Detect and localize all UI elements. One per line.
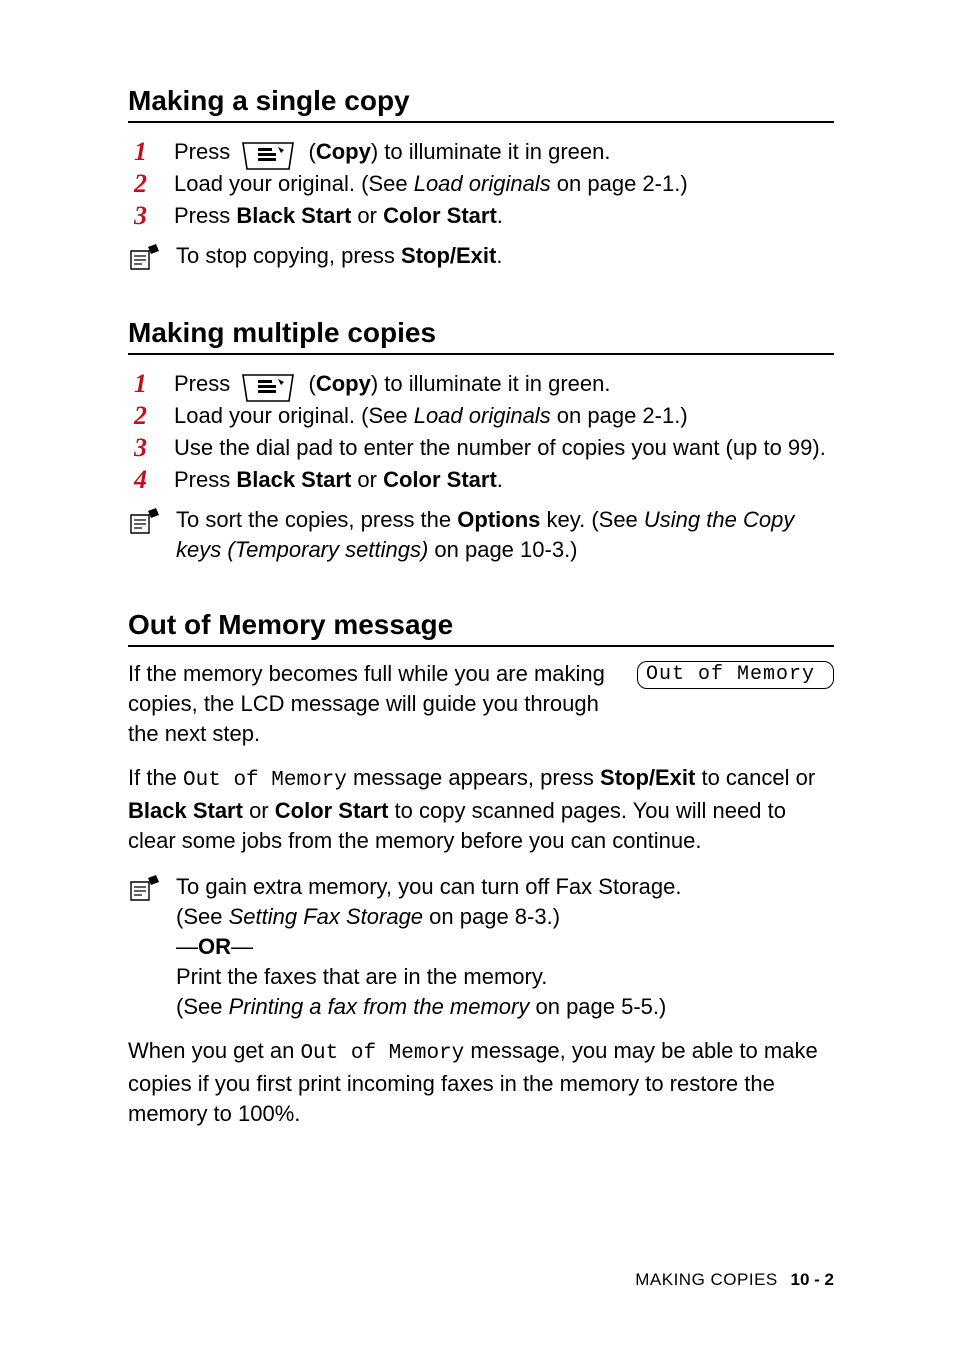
- section-multiple-copies: Making multiple copies 1 Press (Copy) to…: [128, 317, 834, 565]
- pencil-note-icon: [128, 874, 162, 904]
- step-number: 4: [128, 465, 174, 495]
- copy-key-icon: [238, 141, 298, 171]
- paragraph: If the Out of Memory message appears, pr…: [128, 763, 834, 856]
- section-out-of-memory: Out of Memory message Out of Memory If t…: [128, 609, 834, 1129]
- pencil-note-icon: [128, 507, 162, 537]
- footer-page: 10 - 2: [791, 1270, 834, 1289]
- note-icon: [128, 241, 176, 273]
- step-1: 1 Press (Copy) to illuminate it in green…: [128, 137, 834, 167]
- step-text: Press Black Start or Color Start.: [174, 201, 834, 231]
- note-icon: [128, 505, 176, 537]
- footer-chapter: MAKING COPIES: [635, 1270, 778, 1289]
- step-number: 2: [128, 401, 174, 431]
- heading-single-copy: Making a single copy: [128, 85, 834, 123]
- step-number: 1: [128, 137, 174, 167]
- step-3: 3 Press Black Start or Color Start.: [128, 201, 834, 231]
- heading-multiple-copies: Making multiple copies: [128, 317, 834, 355]
- step-2: 2 Load your original. (See Load original…: [128, 401, 834, 431]
- heading-out-of-memory: Out of Memory message: [128, 609, 834, 647]
- step-text: Press Black Start or Color Start.: [174, 465, 834, 495]
- note-icon: [128, 872, 176, 904]
- page-footer: MAKING COPIES 10 - 2: [635, 1270, 834, 1290]
- step-number: 1: [128, 369, 174, 399]
- step-3: 3 Use the dial pad to enter the number o…: [128, 433, 834, 463]
- step-text: Press (Copy) to illuminate it in green.: [174, 137, 834, 167]
- note-memory: To gain extra memory, you can turn off F…: [128, 872, 834, 1022]
- step-text: Load your original. (See Load originals …: [174, 169, 834, 199]
- step-text: Press (Copy) to illuminate it in green.: [174, 369, 834, 399]
- copy-key-icon: [238, 373, 298, 403]
- note-options: To sort the copies, press the Options ke…: [128, 505, 834, 565]
- step-2: 2 Load your original. (See Load original…: [128, 169, 834, 199]
- step-number: 3: [128, 433, 174, 463]
- step-text: Use the dial pad to enter the number of …: [174, 433, 834, 463]
- paragraph: When you get an Out of Memory message, y…: [128, 1036, 834, 1129]
- pencil-note-icon: [128, 243, 162, 273]
- step-text: Load your original. (See Load originals …: [174, 401, 834, 431]
- step-1: 1 Press (Copy) to illuminate it in green…: [128, 369, 834, 399]
- step-number: 3: [128, 201, 174, 231]
- section-single-copy: Making a single copy 1 Press (Copy) to i…: [128, 85, 834, 273]
- steps-single: 1 Press (Copy) to illuminate it in green…: [128, 137, 834, 231]
- step-number: 2: [128, 169, 174, 199]
- steps-multi: 1 Press (Copy) to illuminate it in green…: [128, 369, 834, 495]
- note-stop-exit: To stop copying, press Stop/Exit.: [128, 241, 834, 273]
- lcd-display: Out of Memory: [637, 661, 834, 689]
- step-4: 4 Press Black Start or Color Start.: [128, 465, 834, 495]
